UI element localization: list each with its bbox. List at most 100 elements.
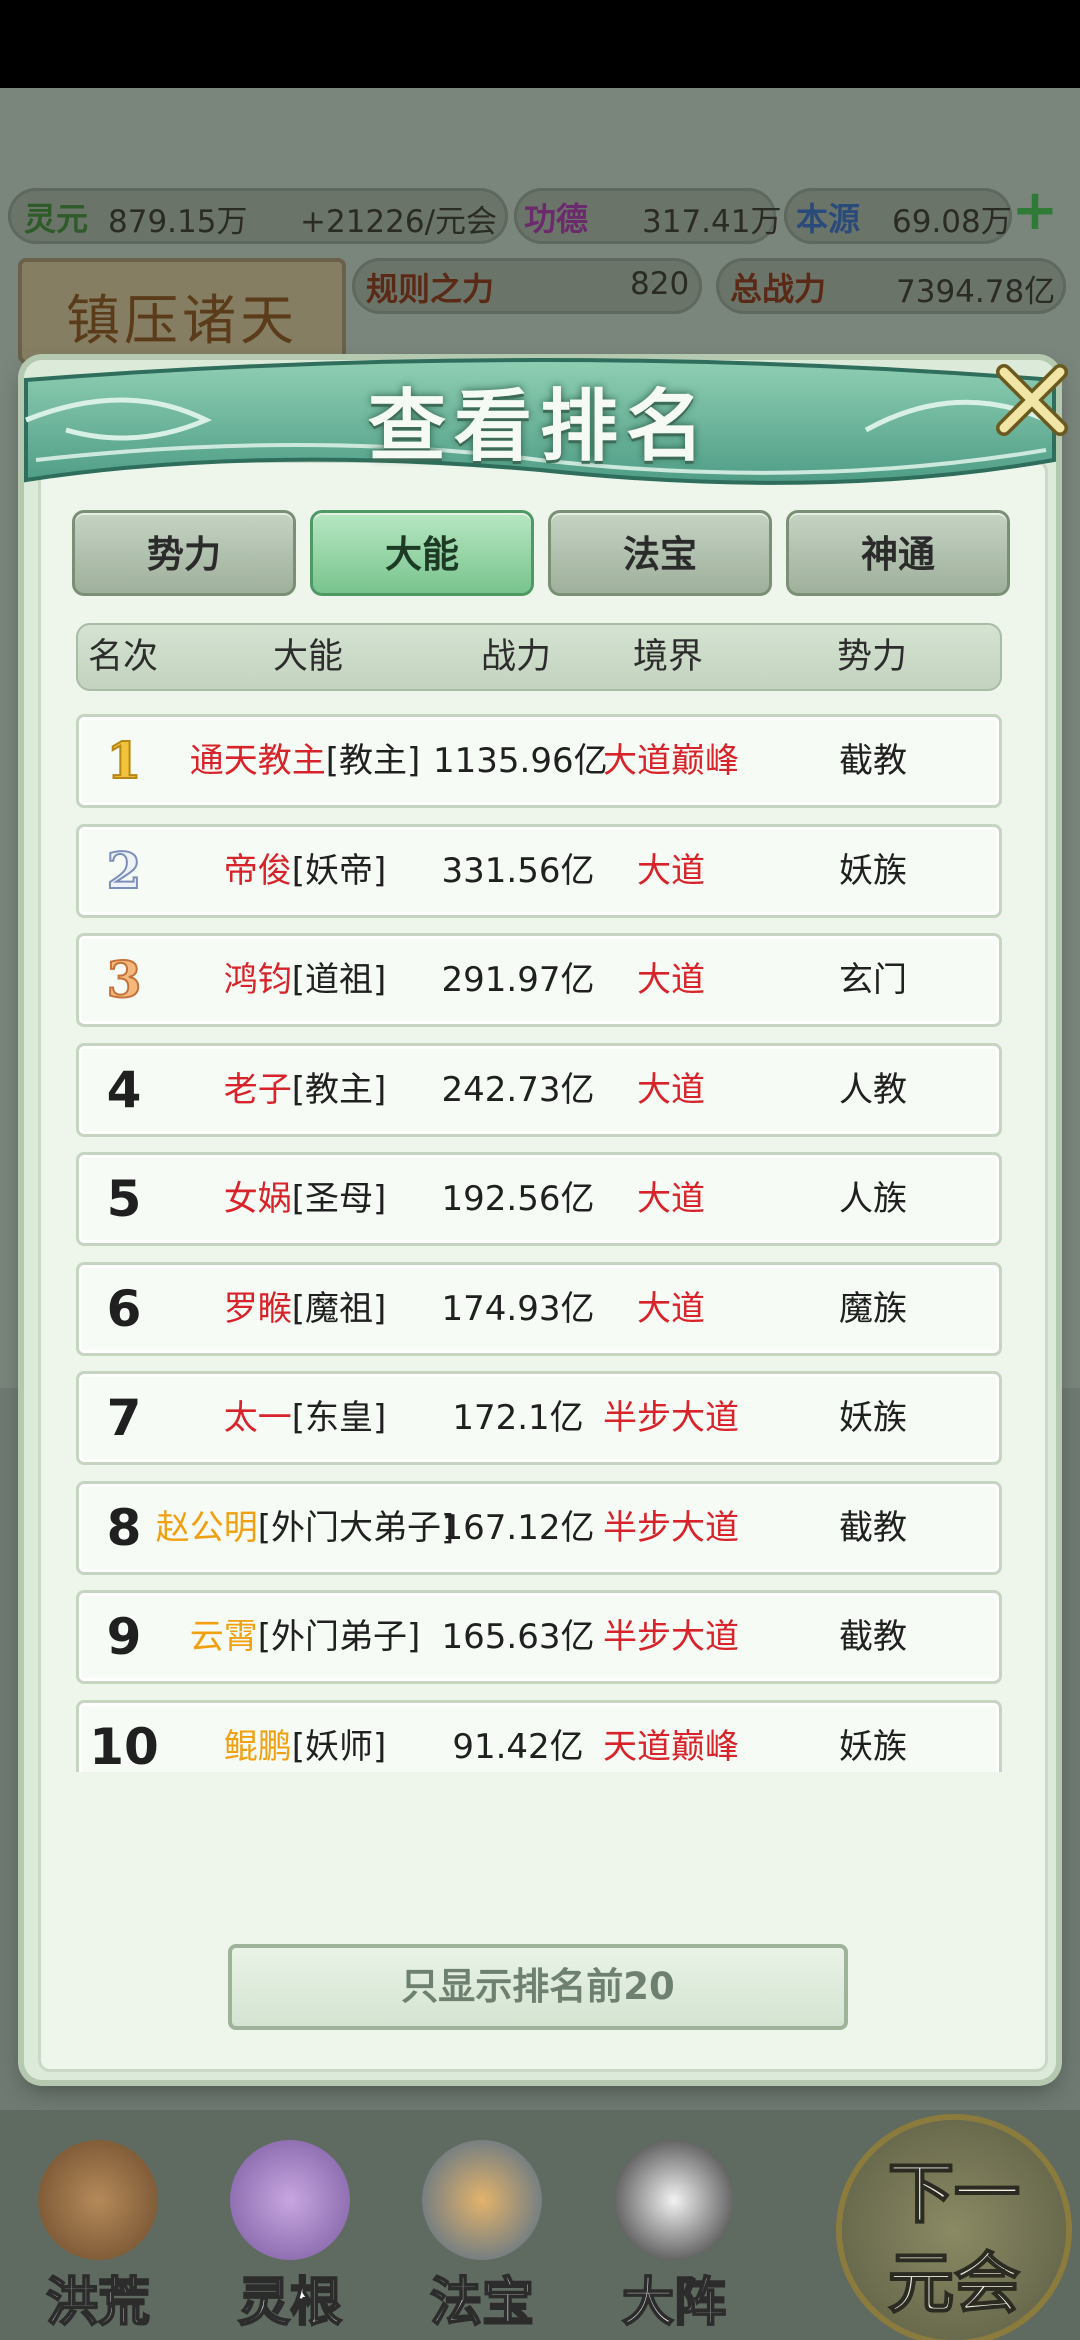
name-text: 鸿钧 xyxy=(223,960,292,1000)
tab-faction[interactable]: 势力 xyxy=(72,510,296,596)
next-era-line2: 元会 xyxy=(887,2243,1021,2323)
combat-power: 174.93亿 xyxy=(441,1288,595,1329)
nav-dazhen[interactable]: 大阵 xyxy=(584,2140,764,2340)
col-faction: 势力 xyxy=(836,637,907,677)
name-text: 女娲 xyxy=(223,1179,292,1219)
close-button[interactable] xyxy=(992,360,1072,440)
ranking-list[interactable]: 1 通天教主[教主] 1135.96亿 大道巅峰 截教 2 帝俊[妖帝] 331.56亿 大道妖… xyxy=(76,714,1004,1772)
combat-power: 192.56亿 xyxy=(441,1179,595,1219)
nav-fabao-label: 法宝 xyxy=(429,2271,535,2334)
name-text: 太一 xyxy=(223,1398,292,1438)
combat-power: 1135.96亿 xyxy=(433,741,608,781)
combat-power: 165.63亿 xyxy=(441,1617,595,1657)
combat-power: 167.12亿 xyxy=(441,1507,595,1548)
ranking-modal: 查看排名 势力 大能 法宝 神通 名次 大能 战力 境界 势力 1 通天教主[教主… xyxy=(24,358,1068,2080)
close-icon xyxy=(996,364,1068,436)
table-row[interactable]: 4 老子[教主] 242.73亿 大道 人教 xyxy=(76,1042,1002,1137)
name-text: 罗睺 xyxy=(223,1288,292,1329)
title-text: [道祖] xyxy=(291,960,387,1000)
gongde-label: 功德 xyxy=(524,200,589,238)
show-top20-button[interactable]: 只显示排名前20 xyxy=(228,1944,848,2030)
title-text: [东皇] xyxy=(291,1398,387,1438)
table-header: 名次 大能 战力 境界 势力 xyxy=(76,623,1002,691)
power-name: 通天教主[教主] xyxy=(155,717,455,805)
table-row[interactable]: 5 女娲[圣母] 192.56亿 大道 人族 xyxy=(76,1152,1002,1246)
next-era-button[interactable]: 下一 元会 xyxy=(842,2120,1066,2340)
name-text: 帝俊 xyxy=(223,850,292,891)
nav-dazhen-label: 大阵 xyxy=(621,2271,727,2334)
nav-linggen-label: 灵根 xyxy=(237,2271,343,2334)
combat-power: 331.56亿 xyxy=(441,850,595,891)
power-value: 7394.78亿 xyxy=(896,274,1056,310)
name-text: 老子 xyxy=(223,1069,292,1110)
benyuan-value: 69.08万 xyxy=(892,204,1012,240)
title-text: [外门大弟子] xyxy=(257,1507,455,1548)
power-name: 女娲[圣母] xyxy=(155,1155,455,1243)
sect-sign: 镇压诸天 xyxy=(18,258,346,364)
faction: 人族 xyxy=(839,1179,907,1219)
modal-title: 查看排名 xyxy=(367,381,712,472)
status-bar xyxy=(0,0,1080,88)
realm: 大道 xyxy=(637,1069,705,1110)
nav-honghuang[interactable]: 洪荒 xyxy=(8,2140,188,2340)
mountain-icon xyxy=(38,2140,158,2260)
title-text: [外门弟子] xyxy=(257,1617,421,1657)
treasure-icon xyxy=(422,2140,542,2260)
tab-powers[interactable]: 大能 xyxy=(310,510,534,596)
title-text: [教主] xyxy=(325,741,421,781)
power-label: 总战力 xyxy=(730,270,827,308)
tab-abilities[interactable]: 神通 xyxy=(786,510,1010,596)
tab-treasure[interactable]: 法宝 xyxy=(548,510,772,596)
table-row[interactable]: 2 帝俊[妖帝] 331.56亿 大道 妖族 xyxy=(76,823,1002,918)
faction: 魔族 xyxy=(839,1288,907,1329)
gongde-value: 317.41万 xyxy=(642,204,782,240)
combat-power: 91.42亿 xyxy=(452,1726,584,1767)
benyuan-label: 本源 xyxy=(796,200,861,238)
ranking-tabs: 势力 大能 法宝 神通 xyxy=(72,510,1032,602)
col-name: 大能 xyxy=(272,637,343,677)
combat-power: 291.97亿 xyxy=(441,960,595,1000)
realm: 半步大道 xyxy=(603,1398,739,1438)
power-name: 赵公明[外门大弟子] xyxy=(155,1484,455,1572)
table-row[interactable]: 1 通天教主[教主] 1135.96亿 大道巅峰 截教 xyxy=(76,714,1002,808)
title-text: [圣母] xyxy=(291,1179,387,1219)
table-row[interactable]: 9 云霄[外门弟子] 165.63亿 半步大道 截教 xyxy=(76,1590,1002,1684)
title-text: [教主] xyxy=(291,1069,387,1110)
table-row[interactable]: 6 罗睺[魔祖] 174.93亿 大道 魔族 xyxy=(76,1261,1002,1356)
nav-fabao[interactable]: 法宝 xyxy=(392,2140,572,2340)
faction: 妖族 xyxy=(839,1726,907,1767)
col-power: 战力 xyxy=(480,637,551,677)
lingyuan-label: 灵元 xyxy=(24,200,89,238)
table-row[interactable]: 7 太一[东皇] 172.1亿 半步大道 妖族 xyxy=(76,1371,1002,1465)
col-realm: 境界 xyxy=(632,637,703,677)
nav-linggen[interactable]: 灵根 xyxy=(200,2140,380,2340)
name-text: 赵公明 xyxy=(155,1507,258,1548)
power-name: 太一[东皇] xyxy=(155,1374,455,1462)
power-name: 帝俊[妖帝] xyxy=(155,827,455,915)
table-row[interactable]: 3 鸿钧[道祖] 291.97亿 大道 玄门 xyxy=(76,933,1002,1027)
rules-label: 规则之力 xyxy=(366,270,495,308)
title-text: [妖帝] xyxy=(291,850,387,891)
modal-header: 查看排名 xyxy=(6,350,1074,510)
lingyuan-value: 879.15万 xyxy=(108,204,248,240)
realm: 半步大道 xyxy=(603,1617,739,1657)
realm: 大道 xyxy=(637,1288,705,1329)
lingyuan-rate: +21226/元会 xyxy=(300,204,498,240)
add-benyuan-icon[interactable]: + xyxy=(1010,183,1060,239)
power-name: 鲲鹏[妖师] xyxy=(155,1703,455,1773)
table-row[interactable]: 8 赵公明[外门大弟子] 167.12亿 半步大道 截教 xyxy=(76,1480,1002,1575)
name-text: 通天教主 xyxy=(189,741,326,781)
realm: 大道 xyxy=(637,960,705,1000)
realm: 半步大道 xyxy=(603,1507,739,1548)
sect-sign-text: 镇压诸天 xyxy=(66,289,298,352)
realm: 大道 xyxy=(637,850,705,891)
name-text: 鲲鹏 xyxy=(223,1726,292,1767)
faction: 妖族 xyxy=(839,1398,907,1438)
rules-value: 820 xyxy=(630,266,690,302)
faction: 截教 xyxy=(839,741,907,781)
next-era-line1: 下一 xyxy=(887,2153,1021,2233)
combat-power: 172.1亿 xyxy=(452,1398,584,1438)
faction: 截教 xyxy=(839,1617,907,1657)
table-row[interactable]: 10 鲲鹏[妖师] 91.42亿 天道巅峰 妖族 xyxy=(76,1699,1002,1773)
yin-yang-icon xyxy=(614,2140,734,2260)
